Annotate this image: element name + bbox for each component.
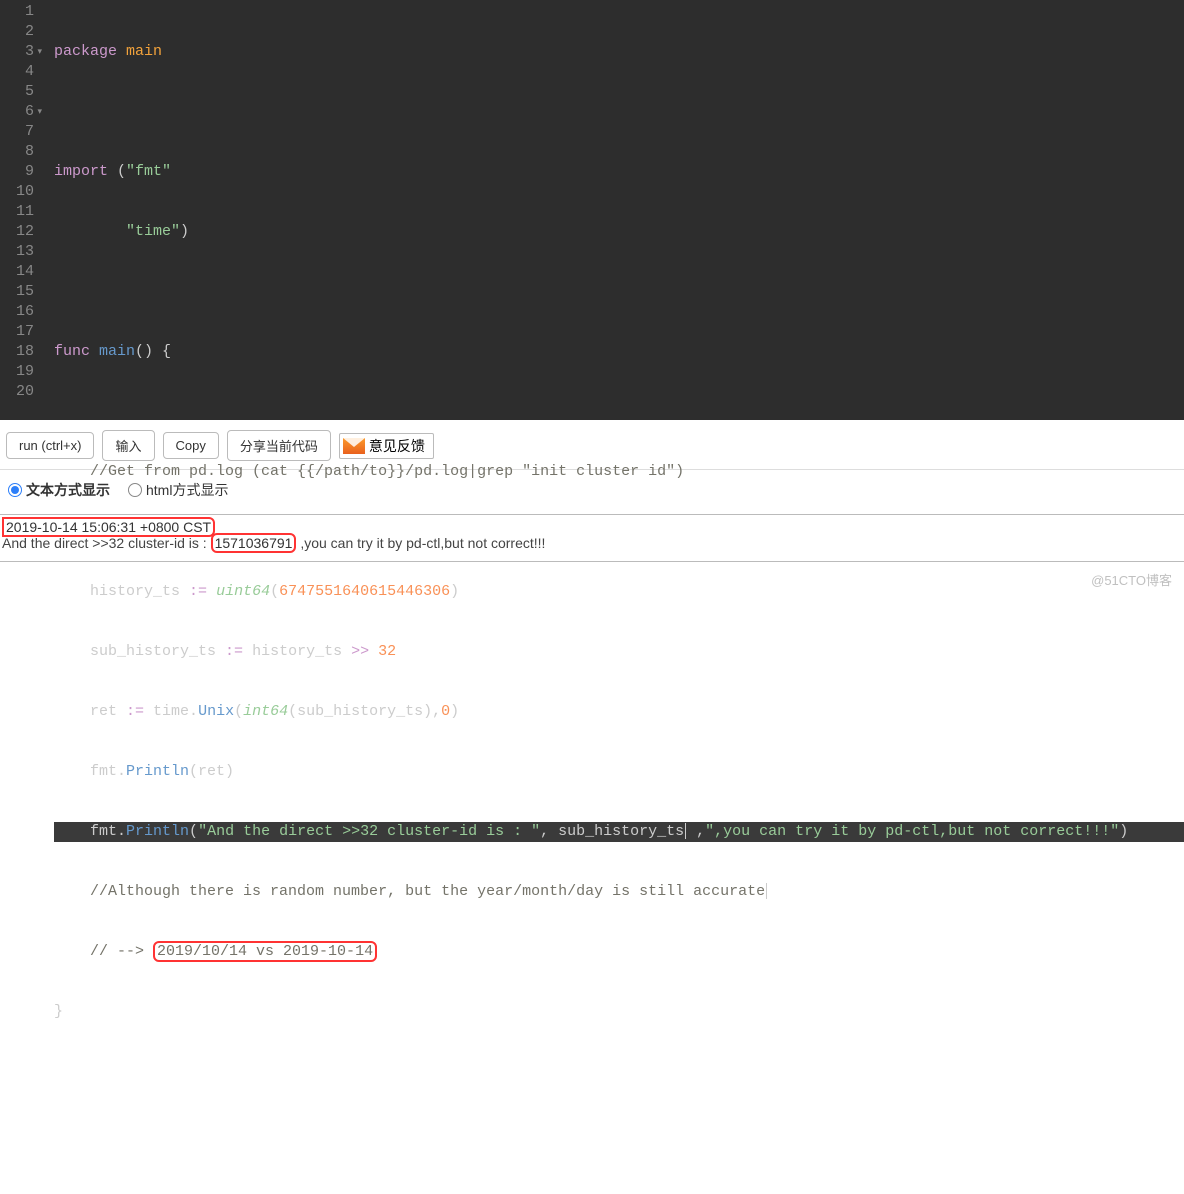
keyword: import: [54, 163, 108, 180]
text-cursor: [685, 823, 686, 839]
output-timestamp: 2019-10-14 15:06:31 +0800 CST: [2, 517, 215, 537]
string: "time": [126, 223, 180, 240]
keyword: func: [54, 343, 90, 360]
watermark: @51CTO博客: [1091, 570, 1172, 589]
func-name: main: [99, 343, 135, 360]
mail-icon: [343, 438, 365, 454]
comment: //Although there is random number, but t…: [90, 883, 765, 900]
code-area[interactable]: package main import ("fmt" "time") func …: [44, 0, 1184, 420]
string: "fmt": [126, 163, 171, 180]
output-cluster-id: 1571036791: [211, 533, 297, 553]
output-panel: 2019-10-14 15:06:31 +0800 CST And the di…: [0, 514, 1184, 562]
comment: //Get from pd.log (cat {{/path/to}}/pd.l…: [90, 463, 684, 480]
highlight-date-compare: 2019/10/14 vs 2019-10-14: [153, 941, 377, 962]
pkg-name: main: [126, 43, 162, 60]
radio-text-mode[interactable]: [8, 483, 22, 497]
type: uint64: [216, 583, 270, 600]
radio-html-mode[interactable]: [128, 483, 142, 497]
text-cursor: [766, 883, 767, 899]
output-text: And the direct >>32 cluster-id is :: [2, 535, 211, 551]
line-gutter: 1234567891011121314151617181920: [0, 0, 44, 420]
code-editor[interactable]: 1234567891011121314151617181920 package …: [0, 0, 1184, 420]
keyword: package: [54, 43, 117, 60]
comment: // --> 2019/10/14 vs 2019-10-14: [90, 941, 377, 962]
output-text: ,you can try it by pd-ctl,but not correc…: [296, 535, 545, 551]
